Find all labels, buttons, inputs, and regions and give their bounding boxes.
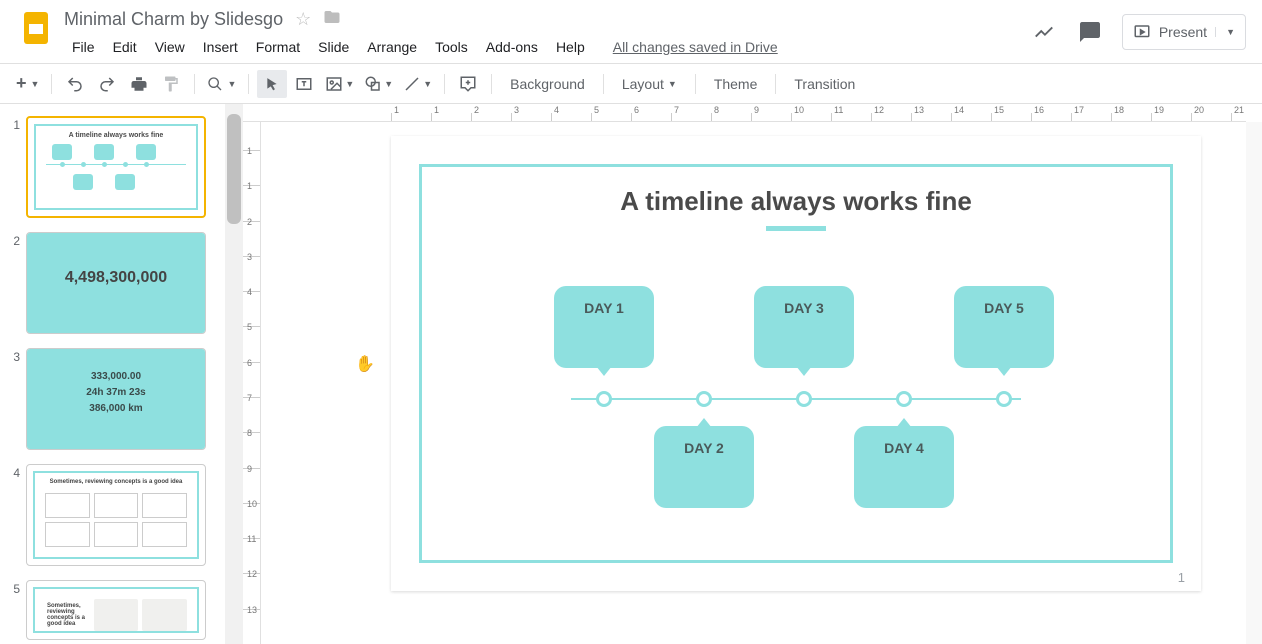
zoom-button[interactable]: ▼ bbox=[203, 70, 240, 98]
canvas-area[interactable]: 1123456789101112131415161718192021222324… bbox=[243, 104, 1262, 644]
slide-thumb-5[interactable]: 5 Sometimes, reviewing concepts is a goo… bbox=[6, 580, 219, 640]
toolbar: +▼ ▼ ▼ ▼ ▼ Background Layout▼ Theme Tran… bbox=[0, 64, 1262, 104]
separator bbox=[603, 74, 604, 94]
title-area: Minimal Charm by Slidesgo ☆ File Edit Vi… bbox=[64, 8, 1030, 59]
background-button[interactable]: Background bbox=[500, 70, 595, 98]
canvas-scrollbar[interactable] bbox=[1246, 122, 1262, 644]
menu-addons[interactable]: Add-ons bbox=[478, 35, 546, 59]
timeline-dot[interactable] bbox=[996, 391, 1012, 407]
slide-canvas[interactable]: A timeline always works fine DAY 1 DAY 2… bbox=[391, 136, 1201, 591]
image-tool[interactable]: ▼ bbox=[321, 70, 358, 98]
slide-thumb-4[interactable]: 4 Sometimes, reviewing concepts is a goo… bbox=[6, 464, 219, 566]
document-title[interactable]: Minimal Charm by Slidesgo bbox=[64, 9, 283, 30]
menu-view[interactable]: View bbox=[147, 35, 193, 59]
filmstrip-scrollbar[interactable] bbox=[225, 104, 243, 644]
theme-button[interactable]: Theme bbox=[704, 70, 768, 98]
select-tool[interactable] bbox=[257, 70, 287, 98]
timeline-dot[interactable] bbox=[596, 391, 612, 407]
scrollbar-thumb[interactable] bbox=[227, 114, 241, 224]
filmstrip[interactable]: 1 A timeline always works fine bbox=[0, 104, 225, 644]
separator bbox=[695, 74, 696, 94]
title-underline bbox=[766, 226, 826, 231]
slide-thumb-1[interactable]: 1 A timeline always works fine bbox=[6, 116, 219, 218]
separator bbox=[444, 74, 445, 94]
header-actions: Present ▼ bbox=[1030, 8, 1246, 50]
menu-edit[interactable]: Edit bbox=[105, 35, 145, 59]
comment-button[interactable] bbox=[453, 70, 483, 98]
redo-button[interactable] bbox=[92, 70, 122, 98]
app-header: Minimal Charm by Slidesgo ☆ File Edit Vi… bbox=[0, 0, 1262, 64]
undo-button[interactable] bbox=[60, 70, 90, 98]
present-label: Present bbox=[1159, 24, 1207, 40]
hand-cursor-icon: ✋ bbox=[355, 354, 375, 374]
slide-thumb-2[interactable]: 2 4,498,300,000 bbox=[6, 232, 219, 334]
slide-title[interactable]: A timeline always works fine bbox=[391, 186, 1201, 217]
textbox-tool[interactable] bbox=[289, 70, 319, 98]
shape-tool[interactable]: ▼ bbox=[360, 70, 397, 98]
transition-button[interactable]: Transition bbox=[784, 70, 865, 98]
menu-arrange[interactable]: Arrange bbox=[359, 35, 425, 59]
timeline-box-day1[interactable]: DAY 1 bbox=[554, 286, 654, 368]
main-area: 1 A timeline always works fine bbox=[0, 104, 1262, 644]
paint-format-button[interactable] bbox=[156, 70, 186, 98]
print-button[interactable] bbox=[124, 70, 154, 98]
move-folder-icon[interactable] bbox=[323, 8, 341, 31]
timeline-dot[interactable] bbox=[896, 391, 912, 407]
separator bbox=[775, 74, 776, 94]
present-button[interactable]: Present ▼ bbox=[1122, 14, 1246, 50]
separator bbox=[491, 74, 492, 94]
menu-tools[interactable]: Tools bbox=[427, 35, 476, 59]
ruler-vertical: 112345678910111213 bbox=[243, 122, 261, 644]
separator bbox=[194, 74, 195, 94]
layout-button[interactable]: Layout▼ bbox=[612, 70, 687, 98]
menubar: File Edit View Insert Format Slide Arran… bbox=[64, 35, 1030, 59]
ruler-horizontal: 1123456789101112131415161718192021222324… bbox=[243, 104, 1246, 122]
star-icon[interactable]: ☆ bbox=[295, 9, 311, 30]
timeline-box-day5[interactable]: DAY 5 bbox=[954, 286, 1054, 368]
menu-help[interactable]: Help bbox=[548, 35, 593, 59]
save-status[interactable]: All changes saved in Drive bbox=[613, 39, 778, 55]
timeline-box-day3[interactable]: DAY 3 bbox=[754, 286, 854, 368]
present-caret-icon[interactable]: ▼ bbox=[1215, 27, 1235, 37]
new-slide-button[interactable]: +▼ bbox=[12, 70, 43, 98]
comments-icon[interactable] bbox=[1076, 18, 1104, 46]
slides-logo-icon[interactable] bbox=[16, 8, 56, 48]
slide-thumb-3[interactable]: 3 333,000.0024h 37m 23s386,000 km bbox=[6, 348, 219, 450]
menu-insert[interactable]: Insert bbox=[195, 35, 246, 59]
timeline-box-day4[interactable]: DAY 4 bbox=[854, 426, 954, 508]
separator bbox=[51, 74, 52, 94]
timeline-dot[interactable] bbox=[696, 391, 712, 407]
menu-slide[interactable]: Slide bbox=[310, 35, 357, 59]
separator bbox=[248, 74, 249, 94]
timeline-box-day2[interactable]: DAY 2 bbox=[654, 426, 754, 508]
slide-page-number: 1 bbox=[1178, 570, 1185, 585]
menu-format[interactable]: Format bbox=[248, 35, 308, 59]
line-tool[interactable]: ▼ bbox=[399, 70, 436, 98]
timeline-dot[interactable] bbox=[796, 391, 812, 407]
menu-file[interactable]: File bbox=[64, 35, 103, 59]
explore-icon[interactable] bbox=[1030, 18, 1058, 46]
